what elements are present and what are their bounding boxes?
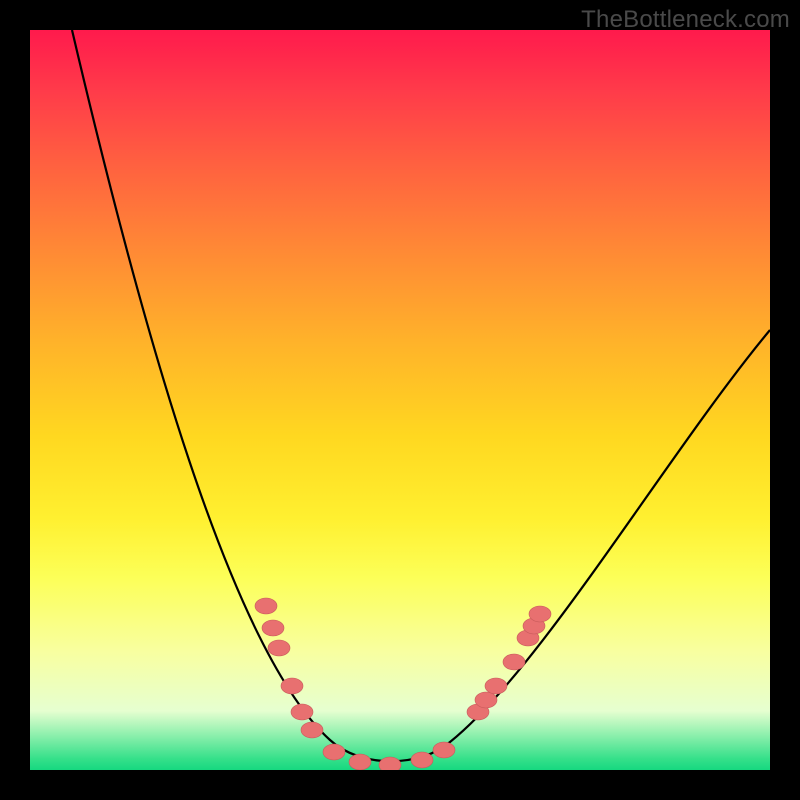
data-point-marker [268, 640, 290, 656]
data-point-marker [291, 704, 313, 720]
plot-area [30, 30, 770, 770]
data-point-marker [433, 742, 455, 758]
marker-group [255, 598, 551, 770]
chart-overlay [30, 30, 770, 770]
data-point-marker [349, 754, 371, 770]
bottleneck-curve [72, 30, 770, 761]
data-point-marker [323, 744, 345, 760]
data-point-marker [485, 678, 507, 694]
data-point-marker [255, 598, 277, 614]
data-point-marker [503, 654, 525, 670]
data-point-marker [301, 722, 323, 738]
data-point-marker [411, 752, 433, 768]
data-point-marker [475, 692, 497, 708]
data-point-marker [281, 678, 303, 694]
chart-frame: TheBottleneck.com [0, 0, 800, 800]
data-point-marker [262, 620, 284, 636]
data-point-marker [379, 757, 401, 770]
data-point-marker [529, 606, 551, 622]
watermark-text: TheBottleneck.com [581, 6, 790, 34]
